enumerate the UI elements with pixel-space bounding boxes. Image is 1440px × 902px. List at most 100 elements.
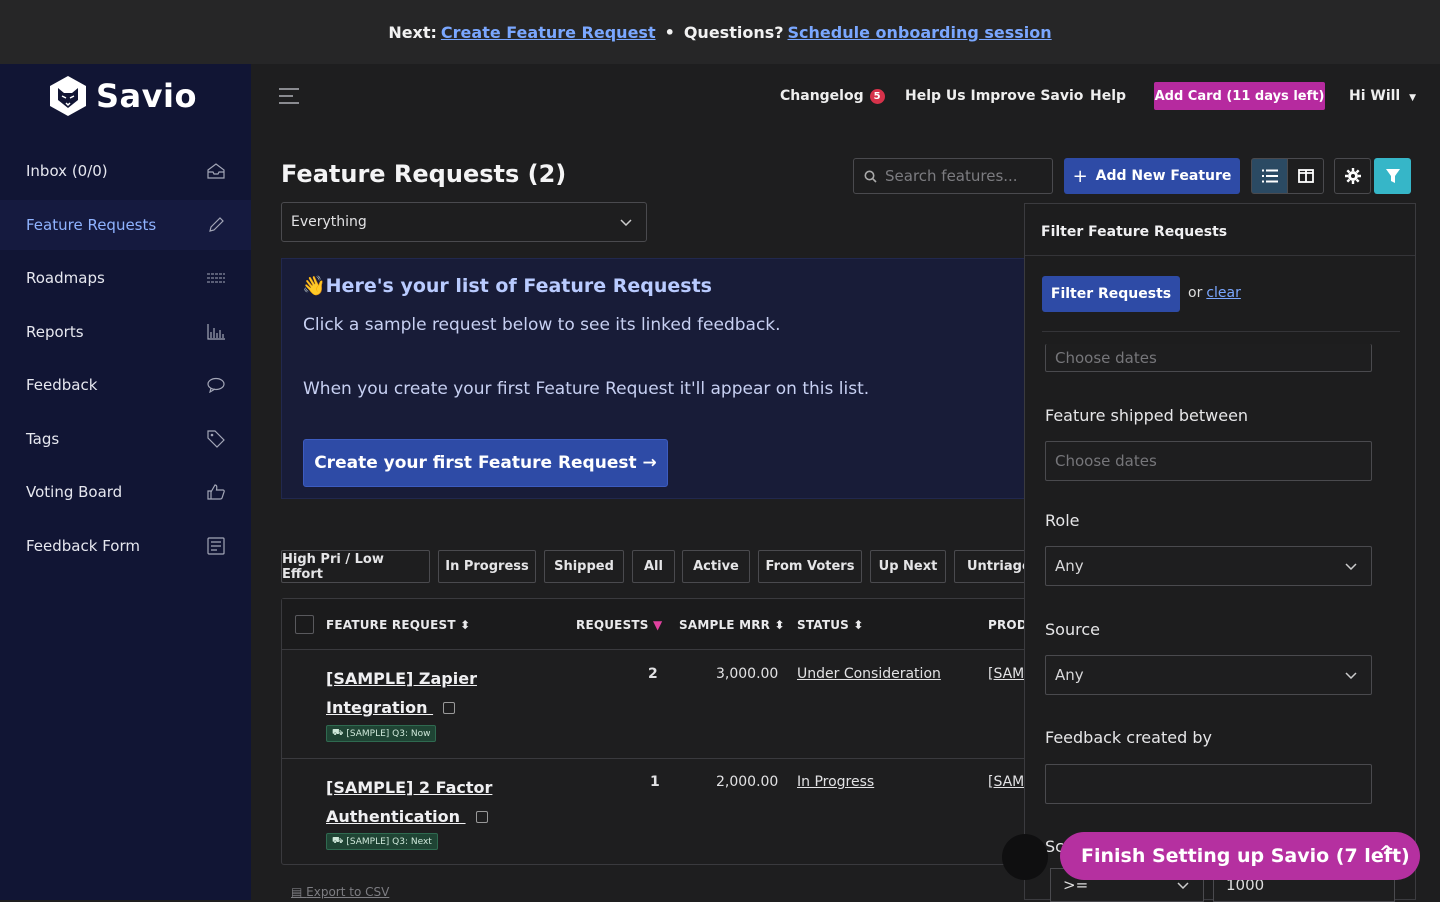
filter-panel-title: Filter Feature Requests	[1041, 224, 1228, 240]
tag-icon	[206, 429, 226, 449]
brand-name: Savio	[96, 77, 197, 115]
schedule-onboarding-link[interactable]: Schedule onboarding session	[788, 23, 1052, 42]
sidebar-item-label: Inbox (0/0)	[26, 162, 108, 180]
list-icon	[1261, 169, 1278, 183]
status-link[interactable]: In Progress	[797, 774, 874, 790]
sidebar-item-label: Tags	[26, 430, 60, 448]
table-row[interactable]: [SAMPLE] Zapier Integration ⛟ [SAMPLE] Q3…	[282, 650, 1040, 758]
tab-high-pri-low-effort[interactable]: High Pri / Low Effort	[281, 550, 430, 583]
roadmap-icon: ⛟	[332, 836, 344, 846]
roadmap-icon: ⛟	[332, 728, 344, 738]
note-icon	[475, 811, 488, 823]
page-title: Feature Requests (2)	[281, 160, 567, 188]
column-feature-request[interactable]: FEATURE REQUEST ⬍	[326, 618, 470, 632]
clear-link[interactable]: clear	[1206, 285, 1241, 301]
banner-questions-label: Questions?	[683, 22, 784, 42]
table-row[interactable]: [SAMPLE] 2 Factor Authentication ⛟ [SAMPL…	[282, 758, 1040, 866]
tab-active[interactable]: Active	[682, 550, 750, 583]
column-product[interactable]: PROD	[988, 618, 1027, 632]
source-select[interactable]: Any	[1045, 655, 1372, 695]
filter-toggle-button[interactable]	[1374, 158, 1411, 194]
chat-widget-icon[interactable]	[1002, 834, 1048, 880]
board-view-button[interactable]	[1287, 158, 1324, 194]
source-label: Source	[1045, 620, 1100, 639]
finish-setup-button[interactable]: Finish Setting up Savio (7 left) ^	[1060, 832, 1420, 880]
tab-in-progress[interactable]: In Progress	[438, 550, 536, 583]
sidebar-item-roadmaps[interactable]: Roadmaps	[0, 253, 251, 303]
help-link[interactable]: Help	[1090, 88, 1126, 104]
note-icon	[443, 702, 456, 714]
sort-icon: ⬍	[460, 618, 471, 632]
mrr-value: 2,000.00	[716, 774, 779, 790]
create-first-feature-button[interactable]: Create your first Feature Request →	[303, 439, 668, 487]
changelog-label: Changelog	[780, 88, 864, 104]
tab-up-next[interactable]: Up Next	[870, 550, 946, 583]
tab-untriaged[interactable]: Untriage	[954, 550, 1034, 583]
column-status[interactable]: STATUS ⬍	[797, 618, 864, 632]
role-select[interactable]: Any	[1045, 546, 1372, 586]
mrr-value: 3,000.00	[716, 666, 779, 682]
sidebar-item-tags[interactable]: Tags	[0, 414, 251, 464]
requests-count: 2	[648, 666, 658, 682]
create-feature-request-link[interactable]: Create Feature Request	[441, 23, 656, 42]
product-link[interactable]: [SAM	[988, 666, 1024, 682]
onboarding-banner: Next: Create Feature Request • Questions…	[0, 0, 1440, 64]
user-menu[interactable]: Hi Will ▼	[1349, 88, 1416, 104]
settings-button[interactable]	[1334, 158, 1371, 194]
filter-panel: Filter Feature Requests Filter Requests …	[1024, 203, 1416, 900]
column-sample-mrr[interactable]: SAMPLE MRR ⬍	[679, 618, 785, 632]
feature-title-link[interactable]: [SAMPLE] Zapier Integration	[326, 664, 526, 722]
roadmap-icon	[206, 268, 226, 288]
search-input[interactable]	[885, 167, 1035, 185]
chevron-down-icon	[1345, 671, 1357, 679]
list-view-button[interactable]	[1251, 158, 1288, 194]
sidebar-item-inbox[interactable]: Inbox (0/0)	[0, 146, 251, 196]
tab-all[interactable]: All	[632, 550, 675, 583]
sidebar-item-label: Feedback Form	[26, 537, 140, 555]
view-select[interactable]: Everything	[281, 202, 647, 242]
feature-requests-table: FEATURE REQUEST ⬍ REQUESTS ▼ SAMPLE MRR …	[281, 598, 1041, 865]
created-by-label: Feedback created by	[1045, 728, 1212, 747]
menu-toggle-icon[interactable]	[279, 88, 301, 104]
logo[interactable]: Savio	[47, 74, 197, 118]
chevron-down-icon	[1177, 881, 1189, 889]
created-by-input[interactable]	[1045, 764, 1372, 804]
column-requests[interactable]: REQUESTS ▼	[576, 618, 662, 632]
sidebar-item-feedback-form[interactable]: Feedback Form	[0, 521, 251, 571]
status-link[interactable]: Under Consideration	[797, 666, 941, 682]
sidebar-item-label: Roadmaps	[26, 269, 105, 287]
sidebar: Savio Inbox (0/0) Feature Requests Roadm…	[0, 64, 251, 900]
empty-state-heading: 👋Here's your list of Feature Requests	[302, 275, 712, 297]
sidebar-item-voting-board[interactable]: Voting Board	[0, 467, 251, 517]
shipped-date-input[interactable]: Choose dates	[1045, 441, 1372, 481]
help-improve-link[interactable]: Help Us Improve Savio	[905, 88, 1083, 104]
columns-icon	[1297, 169, 1314, 183]
empty-state-line-2: When you create your first Feature Reque…	[303, 379, 870, 399]
add-card-button[interactable]: Add Card (11 days left)	[1154, 82, 1325, 110]
finish-setup-label: Finish Setting up Savio (7 left)	[1081, 845, 1410, 867]
tab-shipped[interactable]: Shipped	[544, 550, 624, 583]
clear-filters: or clear	[1188, 285, 1241, 301]
product-link[interactable]: [SAM	[988, 774, 1024, 790]
sidebar-item-feedback[interactable]: Feedback	[0, 360, 251, 410]
select-all-checkbox[interactable]	[295, 615, 314, 634]
sidebar-item-reports[interactable]: Reports	[0, 307, 251, 357]
tab-from-voters[interactable]: From Voters	[758, 550, 862, 583]
sidebar-item-feature-requests[interactable]: Feature Requests	[0, 200, 251, 250]
add-new-feature-label: Add New Feature	[1095, 168, 1232, 184]
add-new-feature-button[interactable]: + Add New Feature	[1064, 158, 1240, 194]
table-header: FEATURE REQUEST ⬍ REQUESTS ▼ SAMPLE MRR …	[282, 599, 1040, 650]
banner-next-label: Next:	[388, 22, 437, 42]
sort-desc-icon: ▼	[653, 618, 663, 632]
filter-requests-button[interactable]: Filter Requests	[1042, 276, 1180, 312]
shipped-label: Feature shipped between	[1045, 406, 1249, 425]
chevron-up-icon: ^	[1378, 842, 1394, 863]
sort-icon: ⬍	[774, 618, 785, 632]
user-greeting: Hi Will	[1349, 88, 1401, 104]
date-range-input[interactable]: Choose dates	[1045, 344, 1372, 372]
feature-title-link[interactable]: [SAMPLE] 2 Factor Authentication	[326, 773, 526, 831]
export-csv-link[interactable]: ▤ Export to CSV	[291, 885, 389, 899]
search-box[interactable]	[853, 158, 1053, 194]
changelog-link[interactable]: Changelog 5	[780, 88, 885, 104]
divider	[1042, 331, 1400, 332]
